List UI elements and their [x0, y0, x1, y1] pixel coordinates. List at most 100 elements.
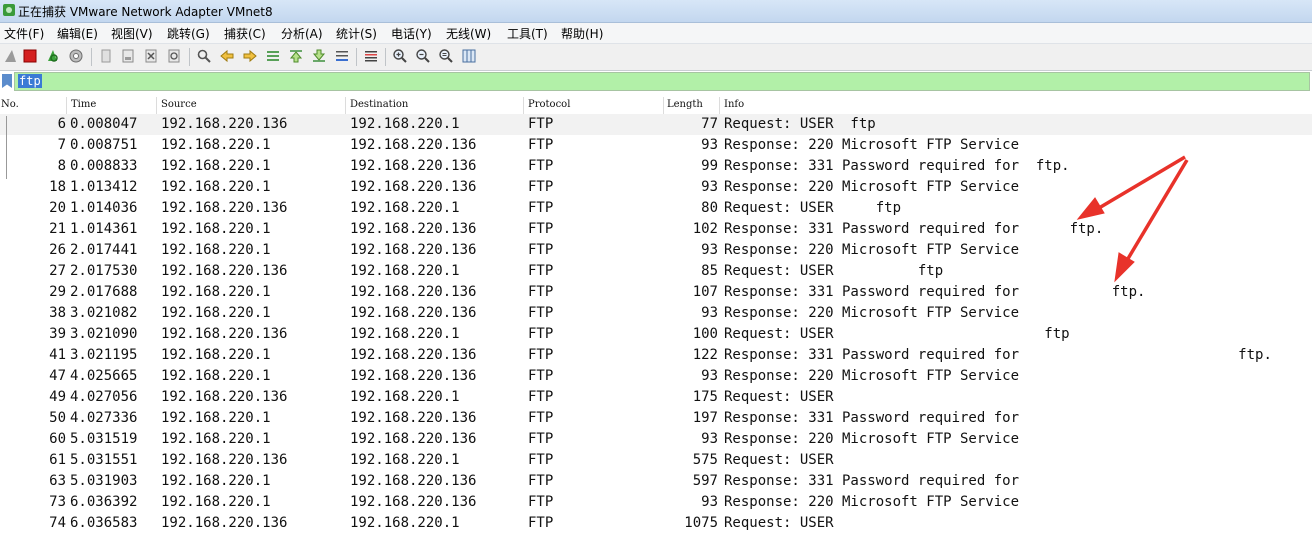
column-divider[interactable] [345, 97, 346, 114]
col-header-info[interactable]: Info [724, 99, 744, 110]
col-header-length[interactable]: Length [667, 99, 703, 110]
bookmark-icon[interactable] [2, 74, 12, 88]
col-header-protocol[interactable]: Protocol [528, 99, 570, 110]
col-header-source[interactable]: Source [161, 99, 197, 110]
packet-source: 192.168.220.136 [161, 389, 288, 405]
find-packet-icon[interactable] [196, 48, 212, 64]
save-file-icon[interactable] [120, 48, 136, 64]
menu-go[interactable]: 跳转(G) [167, 25, 210, 42]
packet-info: Response: 220 Microsoft FTP Service [724, 137, 1020, 153]
packet-source: 192.168.220.136 [161, 263, 288, 279]
packet-length: 93 [701, 137, 718, 153]
packet-info: Response: 331 Password required for [724, 410, 1020, 426]
packet-row[interactable]: 63 5.031903 192.168.220.1 192.168.220.136 FT… [0, 471, 1312, 492]
packet-row[interactable]: 18 1.013412 192.168.220.1 192.168.220.136 FT… [0, 177, 1312, 198]
conversation-tree-line [6, 116, 7, 179]
go-back-icon[interactable] [219, 48, 235, 64]
packet-row[interactable]: 47 4.025665 192.168.220.1 192.168.220.136 FT… [0, 366, 1312, 387]
menu-file[interactable]: 文件(F) [4, 25, 44, 42]
go-forward-icon[interactable] [242, 48, 258, 64]
packet-no: 29 [49, 284, 66, 300]
packet-time: 3.021090 [70, 326, 138, 342]
packet-source: 192.168.220.1 [161, 368, 271, 384]
packet-time: 4.027336 [70, 410, 138, 426]
column-divider[interactable] [156, 97, 157, 114]
packet-length: 122 [692, 347, 718, 363]
packet-row[interactable]: 29 2.017688 192.168.220.1 192.168.220.136 FT… [0, 282, 1312, 303]
menu-wireless[interactable]: 无线(W) [446, 25, 491, 42]
packet-row[interactable]: 7 0.008751 192.168.220.1 192.168.220.136 FTP… [0, 135, 1312, 156]
first-packet-icon[interactable] [288, 48, 304, 64]
auto-scroll-icon[interactable] [334, 48, 350, 64]
packet-time: 5.031519 [70, 431, 138, 447]
column-divider[interactable] [663, 97, 664, 114]
last-packet-icon[interactable] [311, 48, 327, 64]
packet-destination: 192.168.220.136 [350, 431, 477, 447]
packet-row[interactable]: 39 3.021090 192.168.220.136 192.168.220.1 FT… [0, 324, 1312, 345]
packet-destination: 192.168.220.1 [350, 515, 460, 531]
packet-info: Response: 220 Microsoft FTP Service [724, 431, 1020, 447]
open-file-icon[interactable] [98, 48, 114, 64]
restart-capture-icon[interactable] [45, 48, 61, 64]
close-file-icon[interactable] [143, 48, 159, 64]
packet-row[interactable]: 41 3.021195 192.168.220.1 192.168.220.136 FT… [0, 345, 1312, 366]
menu-capture[interactable]: 捕获(C) [224, 25, 266, 42]
toolbar-separator [189, 48, 190, 66]
packet-destination: 192.168.220.1 [350, 326, 460, 342]
packet-row[interactable]: 73 6.036392 192.168.220.1 192.168.220.136 FT… [0, 492, 1312, 513]
packet-row[interactable]: 61 5.031551 192.168.220.136 192.168.220.1 FT… [0, 450, 1312, 471]
colorize-icon[interactable] [363, 48, 379, 64]
zoom-out-icon[interactable] [415, 48, 431, 64]
packet-row[interactable]: 6 0.008047 192.168.220.136 192.168.220.1 FTP… [0, 114, 1312, 135]
packet-row[interactable]: 27 2.017530 192.168.220.136 192.168.220.1 FT… [0, 261, 1312, 282]
packet-row[interactable]: 50 4.027336 192.168.220.1 192.168.220.136 FT… [0, 408, 1312, 429]
menu-telephony[interactable]: 电话(Y) [391, 25, 432, 42]
packet-source: 192.168.220.1 [161, 347, 271, 363]
packet-row[interactable]: 38 3.021082 192.168.220.1 192.168.220.136 FT… [0, 303, 1312, 324]
packet-no: 39 [49, 326, 66, 342]
menu-analyze[interactable]: 分析(A) [281, 25, 323, 42]
display-filter-input[interactable]: ftp [14, 72, 1310, 91]
packet-info: Request: USER [724, 515, 834, 531]
display-filter-bar: ftp [0, 71, 1312, 94]
menu-statistics[interactable]: 统计(S) [336, 25, 377, 42]
menu-help[interactable]: 帮助(H) [561, 25, 603, 42]
packet-length: 77 [701, 116, 718, 132]
shark-fin-start-icon[interactable] [3, 48, 19, 64]
packet-row[interactable]: 21 1.014361 192.168.220.1 192.168.220.136 FT… [0, 219, 1312, 240]
reload-file-icon[interactable] [166, 48, 182, 64]
packet-length: 93 [701, 305, 718, 321]
packet-length: 93 [701, 431, 718, 447]
column-divider[interactable] [66, 97, 67, 114]
packet-row[interactable]: 74 6.036583 192.168.220.136 192.168.220.1 FT… [0, 513, 1312, 534]
packet-time: 5.031903 [70, 473, 138, 489]
col-header-destination[interactable]: Destination [350, 99, 408, 110]
menu-tools[interactable]: 工具(T) [507, 25, 548, 42]
packet-info: Request: USER [724, 452, 834, 468]
packet-protocol: FTP [528, 221, 554, 237]
column-divider[interactable] [719, 97, 720, 114]
resize-columns-icon[interactable] [461, 48, 477, 64]
packet-source: 192.168.220.1 [161, 305, 271, 321]
packet-row[interactable]: 20 1.014036 192.168.220.136 192.168.220.1 FT… [0, 198, 1312, 219]
normal-size-icon[interactable] [438, 48, 454, 64]
packet-length: 597 [692, 473, 718, 489]
packet-length: 85 [701, 263, 718, 279]
menu-edit[interactable]: 编辑(E) [57, 25, 98, 42]
col-header-no[interactable]: No. [1, 99, 19, 110]
packet-row[interactable]: 8 0.008833 192.168.220.1 192.168.220.136 FTP… [0, 156, 1312, 177]
toolbar-separator [385, 48, 386, 66]
packet-protocol: FTP [528, 326, 554, 342]
capture-options-icon[interactable] [68, 48, 84, 64]
zoom-in-icon[interactable] [392, 48, 408, 64]
col-header-time[interactable]: Time [71, 99, 96, 110]
packet-row[interactable]: 60 5.031519 192.168.220.1 192.168.220.136 FT… [0, 429, 1312, 450]
column-divider[interactable] [523, 97, 524, 114]
menu-view[interactable]: 视图(V) [111, 25, 153, 42]
go-to-packet-icon[interactable] [265, 48, 281, 64]
packet-row[interactable]: 49 4.027056 192.168.220.136 192.168.220.1 FT… [0, 387, 1312, 408]
packet-row[interactable]: 26 2.017441 192.168.220.1 192.168.220.136 FT… [0, 240, 1312, 261]
packet-info: Response: 331 Password required for ftp. [724, 221, 1104, 237]
packet-no: 8 [57, 158, 66, 174]
stop-capture-icon[interactable] [22, 48, 38, 64]
